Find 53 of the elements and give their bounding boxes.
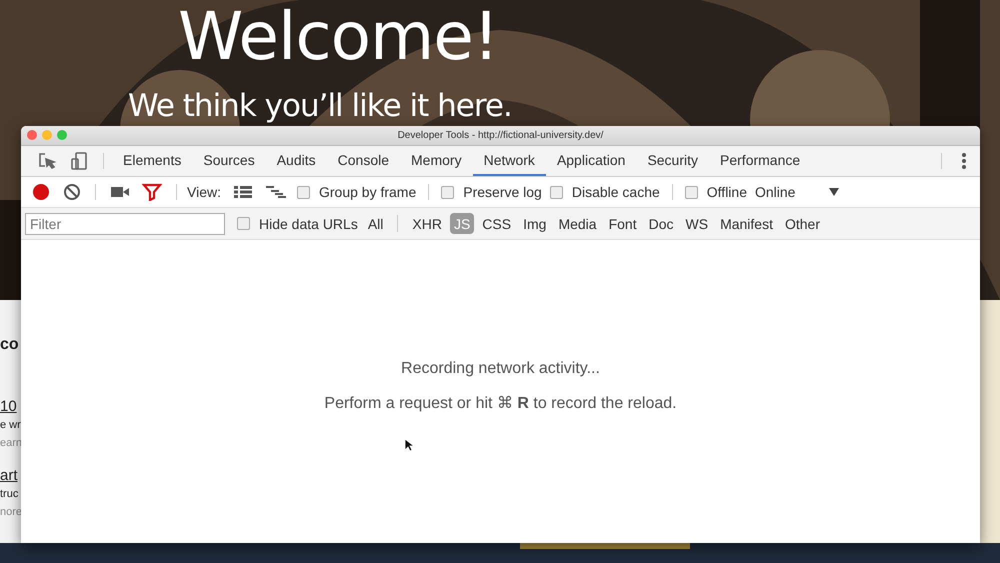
panel-tab[interactable]: Sources <box>192 146 266 176</box>
panel-tab[interactable]: Application <box>546 146 636 176</box>
type-filter[interactable]: XHR <box>408 213 446 234</box>
panel-tab[interactable]: Performance <box>709 146 812 176</box>
filter-icon[interactable] <box>142 183 162 201</box>
panel-tab[interactable]: Audits <box>266 146 327 176</box>
article-link[interactable]: 10 <box>0 398 21 415</box>
checkbox-option[interactable]: Preserve log <box>441 177 542 207</box>
checkbox-option[interactable]: Offline <box>684 177 747 207</box>
type-filter[interactable]: Other <box>780 213 824 234</box>
record-icon[interactable] <box>31 182 51 202</box>
panel-tab[interactable]: Memory <box>400 146 473 176</box>
filter-field[interactable]: Filter <box>25 212 225 234</box>
waterfall-view-icon[interactable] <box>264 185 287 199</box>
type-filter[interactable]: Doc <box>644 213 678 234</box>
mouse-cursor-icon <box>404 438 414 452</box>
type-filter[interactable]: CSS <box>478 213 516 234</box>
throttling-dropdown[interactable]: Online <box>751 177 844 207</box>
list-view-icon[interactable] <box>232 185 253 199</box>
clear-icon[interactable] <box>63 183 81 201</box>
checkbox-option[interactable]: Disable cache <box>550 177 660 207</box>
more-icon[interactable] <box>960 151 968 171</box>
article-text: e wr <box>0 419 21 431</box>
view-label: View: <box>187 184 221 200</box>
checkbox-option[interactable]: Group by frame <box>296 177 416 207</box>
checkbox[interactable] <box>237 217 250 230</box>
checkbox[interactable] <box>441 186 454 198</box>
type-filter[interactable]: Manifest <box>716 213 777 234</box>
checkbox[interactable] <box>684 186 698 198</box>
device-icon[interactable] <box>69 151 89 171</box>
dropdown-caret-icon <box>829 188 840 196</box>
panel-tab[interactable]: Elements <box>112 146 192 176</box>
page-subheading: We think you’ll like it here. <box>128 88 512 124</box>
article-link[interactable]: art <box>0 467 21 484</box>
checkbox[interactable] <box>550 186 563 198</box>
type-filter[interactable]: Img <box>519 213 550 234</box>
inspect-icon[interactable] <box>37 151 57 171</box>
camera-icon[interactable] <box>110 185 130 199</box>
checkbox-option[interactable]: Hide data URLs <box>237 208 358 239</box>
type-filter[interactable]: All <box>364 213 388 234</box>
article-text: truc <box>0 488 20 500</box>
status-message: Recording network activity... <box>401 360 600 378</box>
window-title: Developer Tools - http://fictional-university.dev/ <box>398 130 604 141</box>
panel-tab[interactable]: Console <box>326 146 400 176</box>
type-filter[interactable]: Media <box>554 213 601 234</box>
panel-tab[interactable]: Security <box>636 146 710 176</box>
type-filter[interactable]: Font <box>604 213 641 234</box>
page-heading: Welcome! <box>178 0 498 75</box>
section-heading: co <box>0 336 20 354</box>
article-meta: earn <box>0 437 21 449</box>
hint-message: Perform a request or hit ⌘ R to record the reload. <box>324 394 677 413</box>
checkbox[interactable] <box>296 186 310 198</box>
type-filter[interactable]: WS <box>682 213 712 234</box>
